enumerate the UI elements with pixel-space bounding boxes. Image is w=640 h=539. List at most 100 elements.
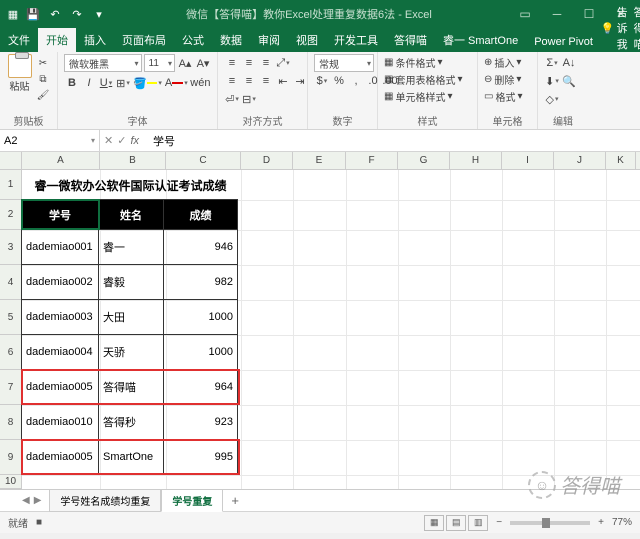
align-middle[interactable]: ≡ <box>241 54 257 72</box>
orientation[interactable]: ⤢ <box>275 54 291 72</box>
tab-home[interactable]: 开始 <box>38 28 76 52</box>
cell[interactable]: 982 <box>163 264 238 300</box>
row-header[interactable]: 3 <box>0 230 21 265</box>
tab-developer[interactable]: 开发工具 <box>326 28 386 52</box>
cell[interactable]: 1000 <box>163 299 238 335</box>
indent-inc[interactable]: ⇥ <box>292 72 308 90</box>
tab-review[interactable]: 审阅 <box>250 28 288 52</box>
row-header[interactable]: 8 <box>0 405 21 440</box>
autosum[interactable]: Σ <box>544 54 560 72</box>
row-header[interactable]: 2 <box>0 200 21 230</box>
fx-icon[interactable]: fx <box>130 135 143 147</box>
cell[interactable]: 天骄 <box>98 334 164 370</box>
sort-filter[interactable]: A↓ <box>561 54 577 72</box>
tab-formulas[interactable]: 公式 <box>174 28 212 52</box>
select-all-corner[interactable] <box>0 152 22 169</box>
row-header[interactable]: 4 <box>0 265 21 300</box>
insert-cells[interactable]: ⊕ 插入 ▾ <box>484 54 531 71</box>
name-box[interactable]: A2 <box>0 130 100 151</box>
cell[interactable]: 946 <box>163 229 238 265</box>
cell[interactable]: dademiao005 <box>21 369 99 405</box>
cell[interactable]: 睿一 <box>98 229 164 265</box>
cell[interactable]: dademiao010 <box>21 404 99 440</box>
tab-insert[interactable]: 插入 <box>76 28 114 52</box>
cell[interactable]: 睿毅 <box>98 264 164 300</box>
font-name-combo[interactable]: 微软雅黑 <box>64 54 142 72</box>
zoom-slider[interactable] <box>510 521 590 525</box>
fill-button[interactable]: ⬇ <box>544 72 560 90</box>
font-size-combo[interactable]: 11 <box>144 54 176 72</box>
cell[interactable]: 923 <box>163 404 238 440</box>
format-painter[interactable]: 🖌 <box>35 88 51 102</box>
align-right[interactable]: ≡ <box>258 72 274 90</box>
col-header[interactable]: F <box>346 152 398 169</box>
cell[interactable]: dademiao003 <box>21 299 99 335</box>
col-header[interactable]: C <box>166 152 241 169</box>
cancel-formula-icon[interactable]: ✕ <box>104 134 113 147</box>
col-header[interactable]: B <box>100 152 166 169</box>
tab-smartone[interactable]: 睿一 SmartOne <box>435 28 526 52</box>
font-color-button[interactable]: A <box>164 74 189 92</box>
number-format-combo[interactable]: 常规 <box>314 54 374 72</box>
merge-center[interactable]: ⊟ <box>241 90 257 108</box>
worksheet-grid[interactable]: A B C D E F G H I J K 1 2 3 4 5 6 7 8 9 … <box>0 152 640 489</box>
zoom-out[interactable]: − <box>496 517 502 528</box>
cut-button[interactable]: ✂ <box>35 56 51 70</box>
minimize-icon[interactable]: ─ <box>542 3 572 25</box>
row-header[interactable]: 9 <box>0 440 21 475</box>
tab-data[interactable]: 数据 <box>212 28 250 52</box>
paste-button[interactable]: 粘贴 <box>6 54 33 102</box>
cell[interactable]: dademiao001 <box>21 229 99 265</box>
percent-button[interactable]: % <box>331 72 347 90</box>
cell[interactable]: 答得秒 <box>98 404 164 440</box>
decrease-font[interactable]: A▾ <box>195 54 211 72</box>
conditional-formatting[interactable]: ▦ 条件格式 ▾ <box>384 54 471 71</box>
tab-powerpivot[interactable]: Power Pivot <box>526 32 601 52</box>
find-select[interactable]: 🔍 <box>561 72 577 90</box>
align-center[interactable]: ≡ <box>241 72 257 90</box>
row-header[interactable]: 1 <box>0 170 21 200</box>
cell[interactable]: dademiao002 <box>21 264 99 300</box>
tab-view[interactable]: 视图 <box>288 28 326 52</box>
underline-button[interactable]: U <box>98 74 114 92</box>
bold-button[interactable]: B <box>64 74 80 92</box>
col-header[interactable]: I <box>502 152 554 169</box>
align-left[interactable]: ≡ <box>224 72 240 90</box>
qat-redo[interactable]: ↷ <box>68 5 86 23</box>
wrap-text[interactable]: ⏎ <box>224 90 240 108</box>
row-header[interactable]: 7 <box>0 370 21 405</box>
view-page-break[interactable]: ▥ <box>468 515 488 531</box>
zoom-level[interactable]: 77% <box>612 517 632 528</box>
copy-button[interactable]: ⧉ <box>35 72 51 86</box>
zoom-in[interactable]: + <box>598 517 604 528</box>
sheet-nav-next[interactable]: ▶ <box>34 495 42 506</box>
cell[interactable]: 995 <box>163 439 238 475</box>
ribbon-options-icon[interactable]: ▭ <box>510 3 540 25</box>
row-header[interactable]: 10 <box>0 475 21 489</box>
qat-save[interactable]: 💾 <box>24 5 42 23</box>
col-header[interactable]: D <box>241 152 293 169</box>
macro-record-icon[interactable]: ■ <box>36 517 42 528</box>
qat-undo[interactable]: ↶ <box>46 5 64 23</box>
indent-dec[interactable]: ⇤ <box>275 72 291 90</box>
cell-styles[interactable]: ▦ 单元格样式 ▾ <box>384 88 471 105</box>
phonetic-button[interactable]: wén <box>190 74 211 92</box>
qat-more[interactable]: ▾ <box>90 5 108 23</box>
col-header[interactable]: J <box>554 152 606 169</box>
sheet-tab-2[interactable]: 学号重复 <box>161 490 223 512</box>
cell[interactable]: SmartOne <box>98 439 164 475</box>
format-as-table[interactable]: ▦ 套用表格格式 ▾ <box>384 71 471 88</box>
view-normal[interactable]: ▦ <box>424 515 444 531</box>
align-bottom[interactable]: ≡ <box>258 54 274 72</box>
format-cells[interactable]: ▭ 格式 ▾ <box>484 88 531 105</box>
clear-button[interactable]: ◇ <box>544 90 560 108</box>
enter-formula-icon[interactable]: ✓ <box>117 134 126 147</box>
col-header[interactable]: E <box>293 152 346 169</box>
italic-button[interactable]: I <box>81 74 97 92</box>
sheet-tab-1[interactable]: 学号姓名成绩均重复 <box>49 490 161 512</box>
cell[interactable]: dademiao005 <box>21 439 99 475</box>
border-button[interactable]: ⊞ <box>115 74 131 92</box>
currency-button[interactable]: $ <box>314 72 330 90</box>
col-header[interactable]: K <box>606 152 636 169</box>
fill-color-button[interactable]: 🪣 <box>132 74 163 92</box>
